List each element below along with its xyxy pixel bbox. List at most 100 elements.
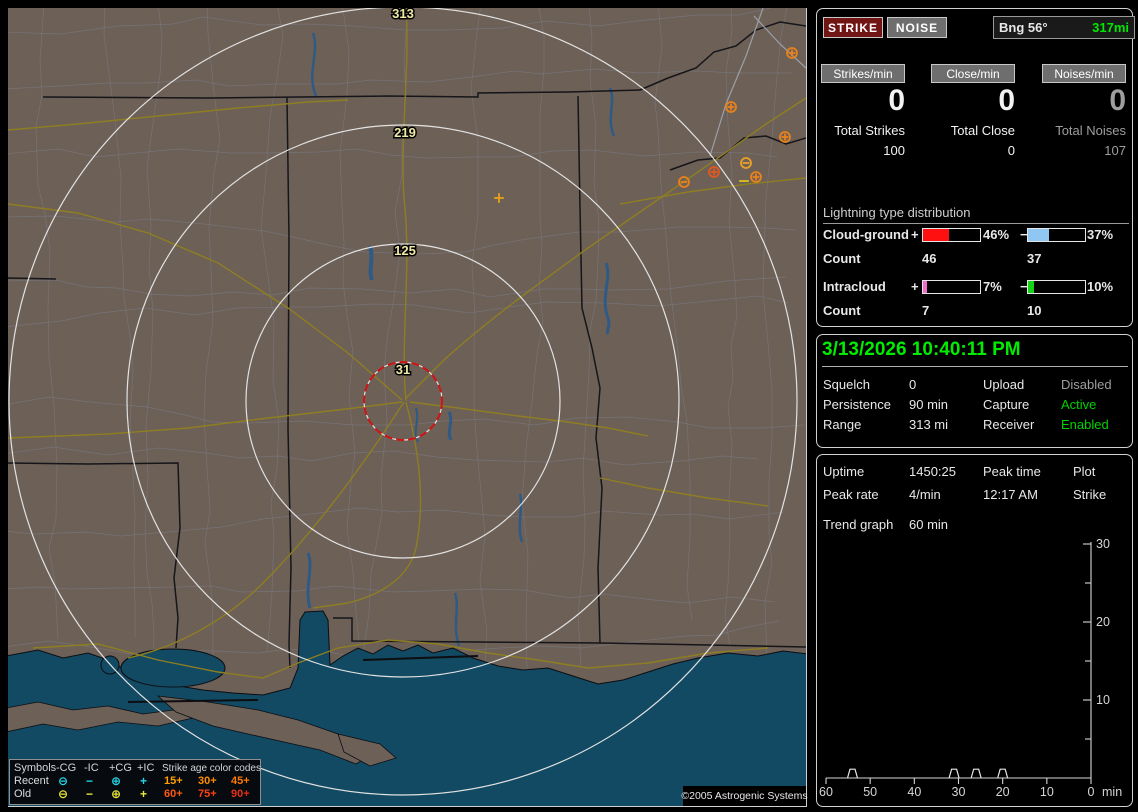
noises-per-min-value: 0 [1109, 84, 1126, 117]
status-row-squelch: Squelch 0 Upload Disabled [817, 377, 1132, 393]
svg-text:20: 20 [1096, 615, 1110, 629]
svg-text:60: 60 [819, 785, 833, 799]
map-legend: Symbols -CG -IC +CG +IC Strike age color… [9, 759, 261, 805]
status-row-persistence: Persistence 90 min Capture Active [817, 397, 1132, 413]
uptime-row: Uptime 1450:25 Peak time Plot [817, 464, 1132, 480]
trend-window-value: 60 min [909, 517, 949, 532]
ic-negative-bar [1027, 280, 1086, 294]
svg-text:50: 50 [863, 785, 877, 799]
cg-positive-bar-fill [923, 229, 950, 241]
legend-ages-header: Strike age color codes [162, 763, 261, 774]
total-close-label: Total Close [950, 123, 1015, 138]
age-30: 30+ [198, 775, 217, 787]
strikes-per-min-value: 0 [888, 84, 905, 117]
plus-old-icon: + [140, 787, 148, 801]
cg-negative-bar-fill [1028, 229, 1050, 241]
peak-rate-value: 4/min [909, 487, 941, 502]
lightning-map[interactable]: 313 219 125 31 Symbols -CG -IC +CG +IC S… [8, 8, 808, 807]
capture-label: Capture [983, 397, 1030, 412]
circle-minus-recent-icon: ⊖ [58, 774, 69, 788]
age-90: 90+ [231, 788, 250, 800]
app-window: 313 219 125 31 Symbols -CG -IC +CG +IC S… [0, 0, 1138, 812]
counter-noises: Noises/min 0 Total Noises 107 [1042, 64, 1126, 158]
minus-old-icon: − [86, 787, 94, 801]
count-label: Count [823, 303, 861, 318]
ring-label-313: 313 [392, 8, 414, 21]
cg-positive-bar [922, 228, 981, 242]
plot-label: Plot [1073, 464, 1096, 479]
peak-rate-label: Peak rate [823, 487, 879, 502]
strike-mode-button[interactable]: STRIKE [823, 17, 883, 38]
status-panel: 3/13/2026 10:40:11 PM Squelch 0 Upload D… [816, 334, 1133, 448]
ring-label-219: 219 [394, 125, 416, 140]
range-value: 313 mi [909, 417, 949, 432]
ic-positive-count: 7 [922, 303, 930, 318]
squelch-label: Squelch [823, 377, 870, 392]
plus-sign: + [911, 227, 919, 242]
ic-negative-pct: 10% [1087, 279, 1114, 294]
bearing-readout: Bng 56° 317mi [993, 16, 1135, 39]
cloud-ground-count-row: Count 46 37 [817, 251, 1132, 267]
trend-chart: 10 20 30 60 50 40 30 20 10 0 min [819, 537, 1122, 799]
cg-positive-count: 46 [922, 251, 937, 266]
strikes-per-min-label: Strikes/min [821, 64, 905, 83]
svg-text:40: 40 [907, 785, 921, 799]
svg-text:20: 20 [996, 785, 1010, 799]
total-strikes-value: 100 [883, 143, 905, 158]
ic-positive-bar-fill [923, 281, 927, 293]
total-noises-value: 107 [1104, 143, 1126, 158]
count-label: Count [823, 251, 861, 266]
status-row-range: Range 313 mi Receiver Enabled [817, 417, 1132, 433]
circle-plus-recent-icon: ⊕ [111, 774, 122, 788]
ic-positive-bar [922, 280, 981, 294]
svg-text:30: 30 [952, 785, 966, 799]
cg-negative-pct: 37% [1087, 227, 1114, 242]
cg-negative-count: 37 [1027, 251, 1042, 266]
cg-positive-pct: 46% [983, 227, 1010, 242]
plot-mode-value: Strike [1073, 487, 1107, 502]
cloud-ground-label: Cloud-ground [823, 227, 909, 242]
age-45: 45+ [231, 775, 250, 787]
svg-text:10: 10 [1040, 785, 1054, 799]
cg-negative-bar [1027, 228, 1086, 242]
svg-text:0: 0 [1088, 785, 1095, 799]
map-canvas[interactable]: 313 219 125 31 [8, 8, 806, 806]
copyright-text: ©2005 Astrogenic Systems [681, 786, 808, 806]
ic-negative-count: 10 [1027, 303, 1042, 318]
peak-time-label: Peak time [983, 464, 1041, 479]
legend-row-old-label: Old [14, 788, 32, 800]
close-per-min-label: Close/min [931, 64, 1015, 83]
uptime-label: Uptime [823, 464, 865, 479]
persistence-label: Persistence [823, 397, 891, 412]
noise-mode-button[interactable]: NOISE [887, 17, 947, 38]
distribution-header: Lightning type distribution [823, 205, 1129, 224]
receiver-label: Receiver [983, 417, 1035, 432]
trend-panel: Uptime 1450:25 Peak time Plot Peak rate … [816, 454, 1133, 807]
total-noises-label: Total Noises [1055, 123, 1126, 138]
strike-stats-panel: STRIKE NOISE Bng 56° 317mi Strikes/min 0… [816, 8, 1135, 327]
peak-rate-row: Peak rate 4/min 12:17 AM Strike [817, 487, 1132, 503]
ic-negative-bar-fill [1028, 281, 1034, 293]
range-label: Range [823, 417, 862, 432]
close-per-min-value: 0 [998, 84, 1015, 117]
bearing-range: 317mi [1092, 20, 1129, 35]
legend-col-pos-cg: +CG [109, 762, 132, 774]
intracloud-count-row: Count 7 10 [817, 303, 1132, 319]
counter-strikes: Strikes/min 0 Total Strikes 100 [821, 64, 905, 158]
counter-close: Close/min 0 Total Close 0 [931, 64, 1015, 158]
ring-label-125: 125 [394, 243, 416, 258]
ic-positive-pct: 7% [983, 279, 1002, 294]
legend-col-pos-ic: +IC [137, 762, 155, 774]
capture-value: Active [1061, 397, 1097, 412]
age-15: 15+ [164, 775, 183, 787]
trend-axes: 10 20 30 60 50 40 30 20 10 0 min [819, 537, 1122, 799]
total-close-value: 0 [1007, 143, 1015, 158]
squelch-value: 0 [909, 377, 917, 392]
ring-label-31: 31 [396, 362, 410, 377]
noises-per-min-label: Noises/min [1042, 64, 1126, 83]
upload-value: Disabled [1061, 377, 1112, 392]
svg-text:10: 10 [1096, 693, 1110, 707]
age-75: 75+ [198, 788, 217, 800]
total-strikes-label: Total Strikes [834, 123, 905, 138]
legend-symbols-header: Symbols [14, 762, 57, 774]
